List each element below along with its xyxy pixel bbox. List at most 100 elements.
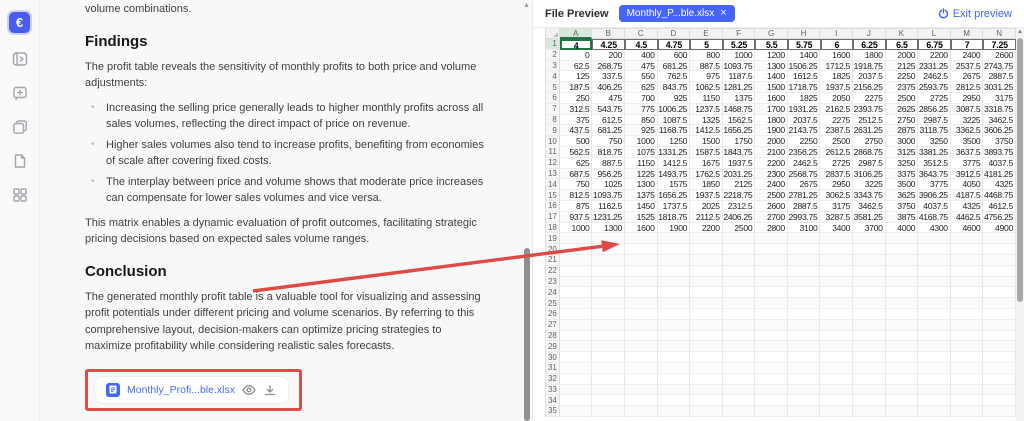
row-header-24[interactable]: 24 — [545, 287, 560, 298]
cell-K16[interactable]: 3750 — [886, 201, 919, 212]
cell-I6[interactable]: 2050 — [820, 93, 853, 104]
cell-M18[interactable]: 4600 — [951, 223, 984, 234]
cell-K20[interactable] — [886, 244, 919, 255]
cell-E16[interactable]: 2025 — [690, 201, 723, 212]
cell-M4[interactable]: 2675 — [951, 71, 984, 82]
cell-J32[interactable] — [853, 374, 886, 385]
templates-icon[interactable] — [11, 118, 28, 135]
cell-M1[interactable]: 7 — [951, 39, 984, 50]
cell-K15[interactable]: 3625 — [886, 190, 919, 201]
cell-G15[interactable]: 2500 — [755, 190, 788, 201]
cell-F32[interactable] — [723, 374, 756, 385]
cell-F23[interactable] — [723, 277, 756, 288]
cell-L10[interactable]: 3250 — [918, 136, 951, 147]
cell-N23[interactable] — [983, 277, 1016, 288]
cell-L4[interactable]: 2462.5 — [918, 71, 951, 82]
preview-file-tab[interactable]: Monthly_P...ble.xlsx × — [619, 5, 735, 22]
cell-I32[interactable] — [820, 374, 853, 385]
row-header-15[interactable]: 15 — [545, 190, 560, 201]
cell-E9[interactable]: 1412.5 — [690, 125, 723, 136]
cell-K6[interactable]: 2500 — [886, 93, 919, 104]
cell-F20[interactable] — [723, 244, 756, 255]
cell-J15[interactable]: 3343.75 — [853, 190, 886, 201]
cell-M16[interactable]: 4325 — [951, 201, 984, 212]
cell-L13[interactable]: 3643.75 — [918, 169, 951, 180]
cell-B6[interactable]: 475 — [592, 93, 625, 104]
cell-H15[interactable]: 2781.25 — [788, 190, 821, 201]
cell-L33[interactable] — [918, 385, 951, 396]
download-icon[interactable] — [263, 384, 277, 396]
row-header-8[interactable]: 8 — [545, 115, 560, 126]
cell-B23[interactable] — [592, 277, 625, 288]
cell-G23[interactable] — [755, 277, 788, 288]
cell-C15[interactable]: 1375 — [625, 190, 658, 201]
cell-H30[interactable] — [788, 352, 821, 363]
cell-L1[interactable]: 6.75 — [918, 39, 951, 50]
cell-N3[interactable]: 2743.75 — [983, 61, 1016, 72]
cell-C20[interactable] — [625, 244, 658, 255]
cell-M9[interactable]: 3362.5 — [951, 125, 984, 136]
cell-N20[interactable] — [983, 244, 1016, 255]
cell-G12[interactable]: 2200 — [755, 158, 788, 169]
cell-C12[interactable]: 1150 — [625, 158, 658, 169]
cell-D17[interactable]: 1818.75 — [658, 212, 691, 223]
cell-B18[interactable]: 1300 — [592, 223, 625, 234]
cell-F11[interactable]: 1843.75 — [723, 147, 756, 158]
cell-E1[interactable]: 5 — [690, 39, 723, 50]
cell-K17[interactable]: 3875 — [886, 212, 919, 223]
cell-K3[interactable]: 2125 — [886, 61, 919, 72]
cell-M26[interactable] — [951, 309, 984, 320]
cell-K33[interactable] — [886, 385, 919, 396]
cell-G21[interactable] — [755, 255, 788, 266]
cell-B24[interactable] — [592, 287, 625, 298]
column-header-A[interactable]: A — [560, 28, 593, 39]
cell-C5[interactable]: 625 — [625, 82, 658, 93]
cell-B20[interactable] — [592, 244, 625, 255]
column-header-E[interactable]: E — [690, 28, 723, 39]
cell-N27[interactable] — [983, 320, 1016, 331]
cell-B33[interactable] — [592, 385, 625, 396]
cell-D20[interactable] — [658, 244, 691, 255]
cell-L35[interactable] — [918, 406, 951, 417]
cell-M32[interactable] — [951, 374, 984, 385]
cell-E33[interactable] — [690, 385, 723, 396]
cell-I15[interactable]: 3062.5 — [820, 190, 853, 201]
cell-J22[interactable] — [853, 266, 886, 277]
cell-K23[interactable] — [886, 277, 919, 288]
cell-G17[interactable]: 2700 — [755, 212, 788, 223]
cell-E8[interactable]: 1325 — [690, 115, 723, 126]
row-header-4[interactable]: 4 — [545, 71, 560, 82]
cell-F2[interactable]: 1000 — [723, 50, 756, 61]
cell-K34[interactable] — [886, 395, 919, 406]
cell-H18[interactable]: 3100 — [788, 223, 821, 234]
cell-D31[interactable] — [658, 363, 691, 374]
row-header-34[interactable]: 34 — [545, 395, 560, 406]
cell-G22[interactable] — [755, 266, 788, 277]
cell-L32[interactable] — [918, 374, 951, 385]
cell-L12[interactable]: 3512.5 — [918, 158, 951, 169]
cell-H23[interactable] — [788, 277, 821, 288]
cell-E7[interactable]: 1237.5 — [690, 104, 723, 115]
cell-A21[interactable] — [560, 255, 593, 266]
cell-I12[interactable]: 2725 — [820, 158, 853, 169]
row-header-6[interactable]: 6 — [545, 93, 560, 104]
cell-I3[interactable]: 1712.5 — [820, 61, 853, 72]
cell-F15[interactable]: 2218.75 — [723, 190, 756, 201]
cell-B16[interactable]: 1162.5 — [592, 201, 625, 212]
cell-F21[interactable] — [723, 255, 756, 266]
cell-E25[interactable] — [690, 298, 723, 309]
cell-M15[interactable]: 4187.5 — [951, 190, 984, 201]
cell-L11[interactable]: 3381.25 — [918, 147, 951, 158]
cell-K31[interactable] — [886, 363, 919, 374]
cell-A34[interactable] — [560, 395, 593, 406]
cell-K26[interactable] — [886, 309, 919, 320]
cell-A27[interactable] — [560, 320, 593, 331]
row-header-27[interactable]: 27 — [545, 320, 560, 331]
cell-G4[interactable]: 1400 — [755, 71, 788, 82]
cell-L9[interactable]: 3118.75 — [918, 125, 951, 136]
cell-A33[interactable] — [560, 385, 593, 396]
cell-H31[interactable] — [788, 363, 821, 374]
cell-B21[interactable] — [592, 255, 625, 266]
cell-F30[interactable] — [723, 352, 756, 363]
cell-D8[interactable]: 1087.5 — [658, 115, 691, 126]
